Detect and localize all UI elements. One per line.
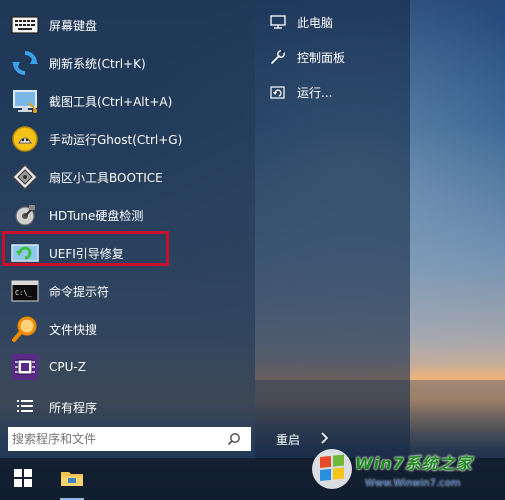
program-label: CPU-Z [49, 360, 86, 374]
search-box[interactable] [8, 427, 251, 451]
computer-icon [269, 13, 287, 31]
cmd-icon: C:\_ [10, 276, 40, 306]
hdtune-icon [10, 200, 40, 230]
cpuz-icon [10, 352, 40, 382]
start-menu: 屏幕键盘 刷新系统(Ctrl+K) 截图工具(Ctrl+Alt+A) 手动运行G… [0, 0, 410, 458]
program-label: 扇区小工具BOOTICE [49, 170, 163, 185]
keyboard-icon [10, 10, 40, 40]
place-label: 运行... [297, 85, 333, 100]
place-label: 控制面板 [297, 50, 346, 65]
program-list: 屏幕键盘 刷新系统(Ctrl+K) 截图工具(Ctrl+Alt+A) 手动运行G… [0, 0, 255, 458]
program-item-cmd[interactable]: C:\_ 命令提示符 [0, 272, 255, 310]
program-label: 手动运行Ghost(Ctrl+G) [49, 132, 183, 147]
search-file-icon [10, 314, 40, 344]
disk-tool-icon [10, 162, 40, 192]
run-icon [269, 83, 287, 101]
program-label: 截图工具(Ctrl+Alt+A) [49, 94, 173, 109]
start-button[interactable] [0, 458, 46, 500]
program-item-ghost[interactable]: 手动运行Ghost(Ctrl+G) [0, 120, 255, 158]
uefi-repair-highlight-box [2, 231, 169, 266]
win7-logo-icon [311, 448, 353, 493]
program-label: 刷新系统(Ctrl+K) [49, 56, 146, 71]
program-item-screen-keyboard[interactable]: 屏幕键盘 [0, 6, 255, 44]
restart-label: 重启 [276, 432, 301, 447]
program-item-file-search[interactable]: 文件快搜 [0, 310, 255, 348]
screenshot-icon [10, 86, 40, 116]
refresh-icon [10, 48, 40, 78]
program-label: 文件快搜 [49, 322, 98, 337]
search-input[interactable] [8, 427, 224, 451]
program-item-hdtune[interactable]: HDTune硬盘检测 [0, 196, 255, 234]
program-label: 屏幕键盘 [49, 18, 98, 33]
svg-text:C:\_: C:\_ [15, 289, 33, 297]
wrench-icon [269, 48, 287, 66]
program-label: 命令提示符 [49, 284, 110, 299]
all-programs-label: 所有程序 [49, 400, 98, 415]
folder-icon [60, 468, 84, 491]
taskbar: Win7系统之家 Www.Winwin7.com [0, 449, 505, 500]
windows-logo-icon [14, 468, 32, 490]
all-programs-button[interactable]: 所有程序 [0, 388, 255, 426]
place-label: 此电脑 [297, 15, 334, 30]
ghost-icon [10, 124, 40, 154]
site-watermark: Win7系统之家 Www.Winwin7.com [305, 440, 505, 500]
taskbar-file-explorer[interactable] [52, 458, 92, 500]
program-item-bootice[interactable]: 扇区小工具BOOTICE [0, 158, 255, 196]
program-label: HDTune硬盘检测 [49, 208, 144, 223]
program-item-screenshot-tool[interactable]: 截图工具(Ctrl+Alt+A) [0, 82, 255, 120]
watermark-url: Www.Winwin7.com [365, 478, 461, 489]
place-control-panel[interactable]: 控制面板 [255, 40, 410, 74]
watermark-title: Win7系统之家 [355, 454, 473, 473]
place-this-pc[interactable]: 此电脑 [255, 5, 410, 39]
search-icon[interactable] [224, 429, 244, 449]
places-pane: 此电脑 控制面板 运行... 重启 [255, 0, 410, 458]
list-icon [10, 392, 40, 422]
place-run[interactable]: 运行... [255, 75, 410, 109]
program-item-cpuz[interactable]: CPU-Z [0, 348, 255, 386]
program-item-refresh-system[interactable]: 刷新系统(Ctrl+K) [0, 44, 255, 82]
